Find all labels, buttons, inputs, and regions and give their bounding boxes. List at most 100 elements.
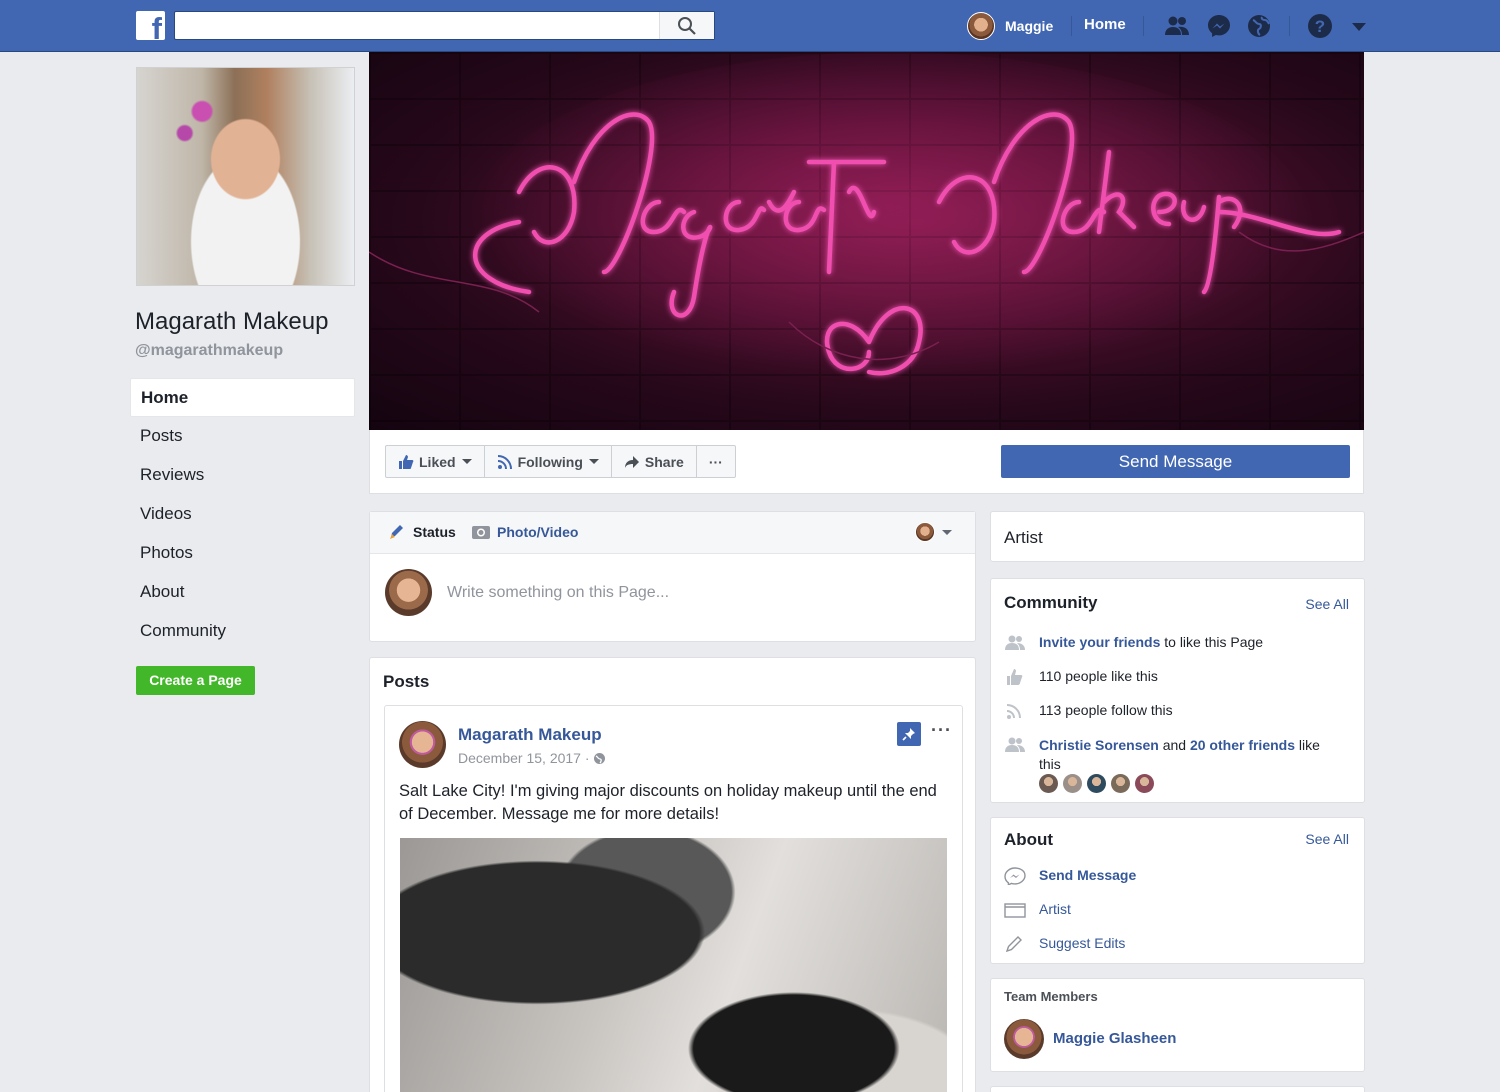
home-link[interactable]: Home	[1084, 16, 1126, 33]
notifications-globe-icon[interactable]	[1246, 13, 1272, 39]
tab-status[interactable]: Status	[388, 523, 456, 541]
community-heading[interactable]: Community	[1004, 593, 1098, 613]
chevron-down-icon	[461, 459, 472, 464]
nav-item-reviews[interactable]: Reviews	[130, 456, 355, 495]
nav-item-home[interactable]: Home	[130, 378, 355, 417]
suggest-edits-link[interactable]: Suggest Edits	[1039, 935, 1125, 951]
page-username[interactable]: @magarathmakeup	[135, 342, 283, 360]
about-heading[interactable]: About	[1004, 830, 1053, 850]
follows-row: 113 people follow this	[1004, 702, 1173, 720]
rss-follow-icon	[497, 454, 512, 469]
post-options-button[interactable]: ···	[931, 720, 952, 741]
community-see-all-link[interactable]: See All	[1305, 596, 1349, 612]
page-navigation: Home Posts Reviews Videos Photos About C…	[130, 378, 355, 651]
next-sidebar-card	[990, 1086, 1365, 1092]
friends-icon	[1005, 737, 1025, 752]
page-category[interactable]: Artist	[1004, 528, 1043, 548]
post-author-name[interactable]: Magarath Makeup	[458, 725, 602, 745]
composer-tabs: Status Photo/Video	[370, 512, 975, 554]
about-send-message-link[interactable]: Send Message	[1039, 867, 1136, 883]
cover-photo[interactable]	[369, 52, 1364, 430]
category-card: Artist	[990, 511, 1365, 562]
friend-avatars	[1039, 774, 1159, 793]
camera-icon	[472, 526, 490, 539]
post-text: Salt Lake City! I'm giving major discoun…	[399, 782, 937, 823]
friend-requests-icon[interactable]	[1164, 13, 1190, 39]
post-timestamp[interactable]: December 15, 2017 ·	[458, 750, 606, 766]
svg-text:?: ?	[1315, 17, 1325, 36]
help-icon[interactable]: ?	[1307, 13, 1333, 39]
messenger-icon[interactable]	[1206, 13, 1232, 39]
about-card: About See All Send Message Artist Sugges…	[990, 817, 1365, 964]
post-card: Magarath Makeup December 15, 2017 · ··· …	[384, 705, 963, 1092]
user-name: Maggie	[1005, 18, 1054, 34]
friend-avatar[interactable]	[1135, 774, 1154, 793]
team-members-heading: Team Members	[1004, 989, 1098, 1004]
team-member-avatar[interactable]	[1004, 1019, 1044, 1059]
post-author-avatar[interactable]	[399, 721, 446, 768]
more-options-button[interactable]: ···	[697, 446, 735, 477]
team-member-name[interactable]: Maggie Glasheen	[1053, 1030, 1176, 1047]
nav-item-community[interactable]: Community	[130, 612, 355, 651]
composer-avatar	[385, 569, 432, 616]
category-folder-icon	[1004, 903, 1026, 918]
suggest-edits-row: Suggest Edits	[1004, 935, 1125, 953]
about-see-all-link[interactable]: See All	[1305, 831, 1349, 847]
about-send-message-row: Send Message	[1004, 867, 1136, 885]
invite-friends-icon	[1005, 635, 1025, 650]
posting-as-avatar[interactable]	[915, 522, 935, 542]
following-button[interactable]: Following	[485, 446, 612, 477]
send-message-button[interactable]: Send Message	[1001, 445, 1350, 478]
likes-row: 110 people like this	[1004, 668, 1158, 686]
friend-avatar[interactable]	[1063, 774, 1082, 793]
friends-like-row: Christie Sorensen and 20 other friends l…	[1004, 736, 1344, 774]
chevron-down-icon[interactable]	[942, 530, 952, 535]
write-post-input[interactable]: Write something on this Page...	[447, 584, 669, 602]
thumbs-up-icon	[399, 454, 414, 469]
nav-divider	[1143, 16, 1144, 36]
about-category-row: Artist	[1004, 901, 1071, 919]
posts-section: Posts Magarath Makeup December 15, 2017 …	[369, 657, 976, 1092]
facebook-logo-icon[interactable]: f	[136, 11, 165, 40]
nav-divider	[1289, 16, 1290, 36]
nav-divider	[1071, 16, 1072, 36]
friend-name-link[interactable]: Christie Sorensen	[1039, 737, 1159, 753]
search-icon	[678, 17, 696, 35]
nav-item-videos[interactable]: Videos	[130, 495, 355, 534]
account-menu-caret-icon[interactable]	[1346, 13, 1372, 39]
tab-photo-video[interactable]: Photo/Video	[471, 523, 578, 541]
public-globe-icon	[594, 753, 606, 764]
page-action-bar: Liked Following Share ··· Send Message	[369, 430, 1364, 494]
page-title[interactable]: Magarath Makeup	[135, 308, 328, 336]
friend-avatar[interactable]	[1111, 774, 1130, 793]
thumbs-up-icon	[1007, 669, 1023, 685]
pin-icon	[902, 728, 915, 741]
other-friends-link[interactable]: 20 other friends	[1190, 737, 1295, 753]
pinned-post-icon[interactable]	[897, 722, 921, 746]
pencil-icon	[1005, 936, 1022, 953]
page-profile-picture[interactable]	[136, 67, 355, 286]
search-input[interactable]	[174, 11, 715, 40]
nav-item-photos[interactable]: Photos	[130, 534, 355, 573]
messenger-icon	[1004, 867, 1026, 885]
composer-body: Write something on this Page...	[370, 554, 975, 642]
about-category-link[interactable]: Artist	[1039, 901, 1071, 917]
page-action-buttons: Liked Following Share ···	[385, 445, 736, 478]
friend-avatar[interactable]	[1087, 774, 1106, 793]
share-button[interactable]: Share	[612, 446, 697, 477]
team-members-card: Team Members Maggie Glasheen	[990, 978, 1365, 1072]
invite-friends-link[interactable]: Invite your friends	[1039, 634, 1160, 650]
post-photo[interactable]	[400, 838, 947, 1092]
friend-avatar[interactable]	[1039, 774, 1058, 793]
liked-button[interactable]: Liked	[386, 446, 485, 477]
search-button[interactable]	[659, 12, 714, 39]
invite-friends-row: Invite your friends to like this Page	[1004, 634, 1263, 652]
chevron-down-icon	[588, 459, 599, 464]
create-page-button[interactable]: Create a Page	[136, 666, 255, 695]
profile-link[interactable]: Maggie	[967, 11, 1053, 41]
nav-item-posts[interactable]: Posts	[130, 417, 355, 456]
community-card: Community See All Invite your friends to…	[990, 578, 1365, 803]
post-composer: Status Photo/Video Write something on th…	[369, 511, 976, 642]
rss-follow-icon	[1006, 704, 1021, 719]
nav-item-about[interactable]: About	[130, 573, 355, 612]
